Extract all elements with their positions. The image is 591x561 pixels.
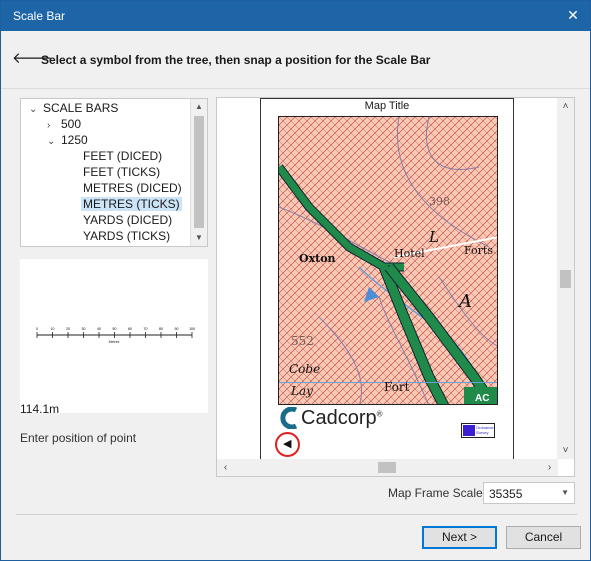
arrow-left-icon: ◀	[283, 438, 292, 450]
map-image: 398 Hotel Oxton Forts L A 552 Cobe Lay F…	[279, 117, 497, 404]
close-icon[interactable]: ✕	[564, 6, 582, 24]
tree-item-500[interactable]: › 500	[47, 116, 81, 132]
scale-tick-label: 70	[144, 327, 148, 331]
scale-tick-label: 40	[97, 327, 101, 331]
layout-page: Map Title 398 Hotel Oxton Forts L A 552 …	[260, 98, 514, 460]
symbol-tree[interactable]: ⌄ SCALE BARS › 500 ⌄ 1250 FEET (DICED) FEET…	[20, 98, 208, 247]
scale-value: 35355	[489, 487, 523, 501]
map-vertical-scrollbar[interactable]: ˄ ˅	[557, 98, 574, 459]
map-label: Fort	[384, 380, 410, 394]
scale-bar-preview: 0 10 20 30 40 50 60 70 80 90 100 Metres	[36, 327, 195, 344]
map-label: Cobe	[289, 362, 320, 376]
map-label: L	[428, 228, 439, 246]
scale-tick-label: 50	[113, 327, 117, 331]
tree-item-1250[interactable]: ⌄ 1250	[47, 132, 88, 148]
symbol-preview: 0 10 20 30 40 50 60 70 80 90 100 Metres	[20, 259, 208, 413]
map-label: A	[457, 291, 472, 312]
map-frame-scale-select[interactable]: 35355 ▼	[483, 482, 575, 504]
scrollbar-thumb[interactable]	[378, 462, 396, 473]
wizard-header: 🡐 Select a symbol from the tree, then sn…	[1, 31, 590, 89]
cancel-button[interactable]: Cancel	[506, 526, 581, 549]
position-marker[interactable]: ◀	[275, 432, 300, 457]
map-label: AC	[475, 393, 489, 404]
tree-item-2500[interactable]: ›2500	[47, 244, 88, 247]
chevron-right-icon[interactable]: ›	[541, 459, 558, 476]
cadcorp-logo-icon	[280, 407, 298, 429]
chevron-up-icon[interactable]: ˄	[557, 98, 574, 115]
map-title: Map Title	[364, 100, 410, 112]
chevron-right-icon[interactable]: ›	[47, 246, 61, 247]
preview-unit-label: Metres	[109, 340, 120, 344]
scale-tick-label: 60	[128, 327, 132, 331]
scale-tick-label: 90	[175, 327, 179, 331]
tree-item-feet-ticks[interactable]: FEET (TICKS)	[83, 164, 160, 180]
scale-bar-dialog: Scale Bar ✕ 🡐 Select a symbol from the t…	[0, 0, 591, 561]
map-label: 398	[429, 195, 450, 208]
instruction-text: Select a symbol from the tree, then snap…	[41, 53, 431, 67]
ordnance-survey-logo: Ordnance Survey	[461, 423, 495, 438]
tree-item-feet-diced[interactable]: FEET (DICED)	[83, 148, 162, 164]
scroll-down-icon[interactable]: ▼	[191, 230, 207, 246]
title-bar: Scale Bar ✕	[1, 1, 590, 31]
scrollbar-thumb[interactable]	[560, 270, 571, 288]
window-title: Scale Bar	[13, 9, 66, 23]
logo-text: Cadcorp®	[301, 407, 383, 429]
map-label: 552	[291, 334, 314, 348]
scale-tick-label: 30	[82, 327, 86, 331]
tree-item-yards-diced[interactable]: YARDS (DICED)	[83, 212, 172, 228]
scale-tick-label: 10	[51, 327, 55, 331]
map-label: Hotel	[394, 247, 425, 260]
map-horizontal-scrollbar[interactable]: ‹ ›	[217, 459, 558, 476]
scale-tick-label: 0	[36, 327, 38, 331]
map-label: Lay	[290, 384, 313, 398]
map-frame-scale-label: Map Frame Scale:	[388, 486, 487, 500]
preview-length: 114.1m	[20, 402, 60, 416]
scroll-up-icon[interactable]: ▲	[191, 99, 207, 115]
chevron-down-icon[interactable]: ˅	[557, 442, 574, 459]
scrollbar-thumb[interactable]	[194, 116, 204, 228]
tree-item-yards-ticks[interactable]: YARDS (TICKS)	[83, 228, 170, 244]
scale-tick-label: 100	[189, 327, 195, 331]
tree-scrollbar[interactable]: ▲ ▼	[190, 99, 207, 246]
map-view[interactable]: Map Title 398 Hotel Oxton Forts L A 552 …	[216, 97, 575, 477]
chevron-down-icon[interactable]: ⌄	[29, 102, 43, 118]
scale-tick-label: 20	[66, 327, 70, 331]
map-label: Forts	[464, 244, 493, 257]
footer-divider	[16, 514, 577, 515]
chevron-down-icon[interactable]: ▼	[561, 488, 569, 497]
tree-item-metres-diced[interactable]: METRES (DICED)	[83, 180, 182, 196]
next-button[interactable]: Next >	[422, 526, 497, 549]
arrow-left-icon[interactable]: 🡐	[12, 51, 52, 67]
tree-item-scale-bars[interactable]: ⌄ SCALE BARS	[29, 100, 118, 116]
tree-item-metres-ticks[interactable]: METRES (TICKS)	[81, 196, 182, 212]
scale-tick-label: 80	[159, 327, 163, 331]
map-frame[interactable]: 398 Hotel Oxton Forts L A 552 Cobe Lay F…	[278, 116, 498, 405]
chevron-left-icon[interactable]: ‹	[217, 459, 234, 476]
chevron-down-icon[interactable]: ⌄	[47, 134, 61, 150]
map-label: Oxton	[299, 252, 336, 265]
status-text: Enter position of point	[20, 431, 137, 445]
